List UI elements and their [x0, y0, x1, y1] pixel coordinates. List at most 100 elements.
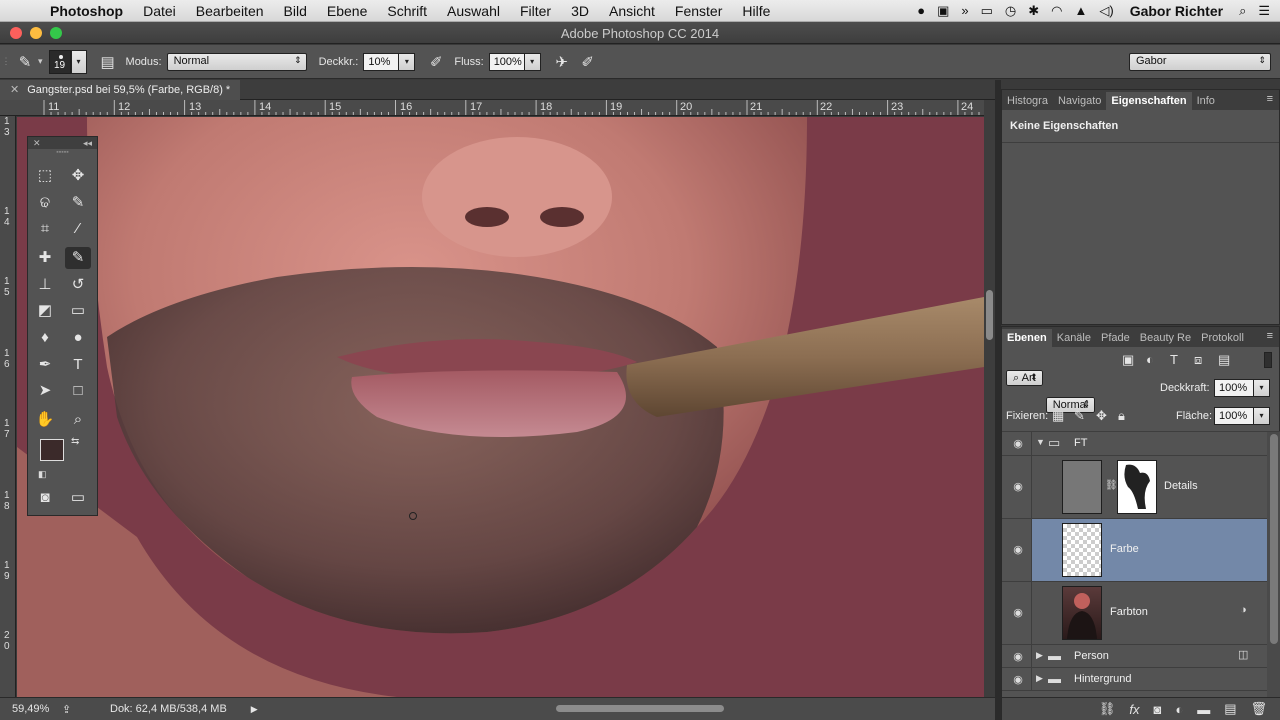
layer-row-hintergrund[interactable]: ◉ ▶ ▬ Hintergrund [1002, 668, 1267, 691]
visibility-eye-icon[interactable]: ◉ [1010, 606, 1026, 619]
layer-row-farbe[interactable]: ◉ Farbe [1002, 519, 1267, 582]
default-colors-icon[interactable]: ◧ [38, 469, 47, 480]
tab-info[interactable]: Info [1192, 92, 1220, 110]
display-icon[interactable]: ▣ [937, 3, 949, 19]
layer-row-details[interactable]: ◉ ⛓ Details [1002, 456, 1267, 519]
brush-tool-preset-icon[interactable]: ✎ [12, 50, 38, 74]
timemachine-icon[interactable]: ◷ [1005, 3, 1016, 19]
blur-tool-icon[interactable]: ♦ [32, 327, 58, 349]
pressure-size-icon[interactable]: ✐ [575, 50, 601, 74]
clipping-icon[interactable]: ◫ [1238, 648, 1248, 661]
mask-link-icon[interactable]: ⛓ [1105, 480, 1118, 491]
swap-colors-icon[interactable]: ⇆ [71, 436, 79, 447]
marquee-tool-icon[interactable]: ⬚ [32, 165, 58, 187]
menu-datei[interactable]: Datei [133, 3, 186, 19]
layer-filter-select[interactable]: ⌕ Art ⇕ [1006, 370, 1043, 386]
rectangle-tool-icon[interactable]: □ [65, 380, 91, 402]
tab-channels[interactable]: Kanäle [1052, 329, 1096, 347]
tab-histogram[interactable]: Histogra [1002, 92, 1053, 110]
layer-mask-thumbnail[interactable] [1117, 460, 1157, 514]
document-tab[interactable]: ✕ Gangster.psd bei 59,5% (Farbe, RGB/8) * [0, 80, 241, 100]
tab-beauty-retouch[interactable]: Beauty Re [1135, 329, 1196, 347]
tab-properties[interactable]: Eigenschaften [1106, 92, 1192, 110]
visibility-eye-icon[interactable]: ◉ [1010, 543, 1026, 556]
flow-dropdown-icon[interactable]: ▾ [524, 52, 541, 71]
layers-scrollbar-thumb[interactable] [1270, 434, 1278, 644]
visibility-eye-icon[interactable]: ◉ [1010, 480, 1026, 493]
volume-icon[interactable]: ◁) [1099, 3, 1113, 19]
brush-size-preview[interactable]: 19 [48, 49, 71, 74]
menu-3d[interactable]: 3D [561, 3, 599, 19]
foreground-color-swatch[interactable] [40, 439, 64, 461]
quick-selection-tool-icon[interactable]: ✎ [65, 192, 91, 214]
layer-opacity-input[interactable]: 100% [1214, 379, 1254, 397]
layer-row-farbton[interactable]: ◉ Farbton ◑ [1002, 582, 1267, 645]
workspace-select[interactable]: Gabor ⇕ [1129, 52, 1271, 71]
filter-pixel-icon[interactable]: ▣ [1122, 352, 1134, 368]
fill-input[interactable]: 100% [1214, 407, 1254, 425]
layers-panel-menu-icon[interactable]: ≡ [1267, 330, 1273, 342]
menu-ansicht[interactable]: Ansicht [599, 3, 665, 19]
filter-smartobject-icon[interactable]: ▤ [1218, 352, 1230, 368]
airplay-icon[interactable]: ▭ [981, 3, 993, 19]
vertical-scrollbar-thumb[interactable] [986, 290, 993, 340]
spotlight-search-icon[interactable]: ⌕ [1239, 3, 1246, 19]
notification-list-icon[interactable]: ☰ [1258, 3, 1270, 19]
vertical-scrollbar[interactable] [984, 100, 995, 698]
menu-schrift[interactable]: Schrift [377, 3, 437, 19]
lasso-tool-icon[interactable]: ଢ [32, 192, 58, 214]
bluetooth-icon[interactable]: ✱ [1028, 3, 1039, 19]
mode-select[interactable]: Normal ⇕ [166, 52, 307, 71]
visibility-eye-icon[interactable]: ◉ [1010, 650, 1026, 663]
new-layer-icon[interactable]: ▤ [1224, 701, 1236, 717]
filter-adjustment-icon[interactable]: ◐ [1146, 352, 1154, 367]
menu-auswahl[interactable]: Auswahl [437, 3, 510, 19]
document-canvas[interactable] [17, 117, 984, 697]
preset-dropdown-arrow-icon[interactable]: ▾ [38, 56, 43, 67]
flow-input[interactable]: 100% [488, 52, 525, 71]
layer-row-person[interactable]: ◉ ▶ ▬ Person ◫ [1002, 645, 1267, 668]
layer-name[interactable]: Hintergrund [1074, 673, 1131, 685]
menu-bild[interactable]: Bild [274, 3, 317, 19]
layer-opacity-dropdown-icon[interactable]: ▾ [1254, 379, 1270, 397]
layer-name[interactable]: Details [1164, 480, 1198, 492]
menu-hilfe[interactable]: Hilfe [732, 3, 780, 19]
pressure-opacity-icon[interactable]: ✐ [423, 50, 449, 74]
fill-dropdown-icon[interactable]: ▾ [1254, 407, 1270, 425]
history-brush-tool-icon[interactable]: ↺ [65, 274, 91, 296]
type-tool-icon[interactable]: T [65, 354, 91, 376]
tab-paths[interactable]: Pfade [1096, 329, 1135, 347]
menu-fenster[interactable]: Fenster [665, 3, 732, 19]
tools-close-icon[interactable]: ✕ [33, 137, 41, 149]
user-name[interactable]: Gabor Richter [1126, 3, 1227, 19]
eject-icon[interactable]: ▲ [1075, 3, 1088, 18]
layer-style-fx-icon[interactable]: fx [1129, 702, 1139, 717]
menu-filter[interactable]: Filter [510, 3, 561, 19]
pen-tool-icon[interactable]: ✒ [32, 354, 58, 376]
zoom-level[interactable]: 59,49% [12, 703, 58, 715]
menu-bearbeiten[interactable]: Bearbeiten [186, 3, 274, 19]
layer-name[interactable]: FT [1074, 437, 1087, 449]
lock-pixels-icon[interactable]: ✎ [1074, 408, 1085, 424]
layer-name[interactable]: Farbe [1110, 543, 1139, 555]
horizontal-ruler[interactable]: 11 12 13 14 15 16 17 18 19 20 21 22 23 2… [0, 100, 984, 116]
status-menu-arrow-icon[interactable]: ▶ [251, 704, 258, 715]
move-tool-icon[interactable]: ✥ [65, 165, 91, 187]
menu-ebene[interactable]: Ebene [317, 3, 377, 19]
tools-collapse-icon[interactable]: ◂◂ [83, 137, 92, 149]
properties-panel-menu-icon[interactable]: ≡ [1267, 93, 1273, 105]
horizontal-scrollbar-thumb[interactable] [556, 705, 724, 712]
lock-position-icon[interactable]: ✥ [1096, 408, 1107, 424]
close-document-icon[interactable]: ✕ [10, 84, 19, 96]
tools-grip-icon[interactable]: ▪▪▪▪▪ [28, 149, 97, 157]
options-grip-icon[interactable]: ⋮ [0, 56, 12, 67]
tab-layers[interactable]: Ebenen [1002, 329, 1052, 347]
tab-navigator[interactable]: Navigato [1053, 92, 1106, 110]
adjustment-layer-icon[interactable]: ◐ [1175, 702, 1183, 717]
brush-panel-icon[interactable]: ▤ [95, 50, 121, 74]
healing-brush-tool-icon[interactable]: ✚ [32, 247, 58, 269]
share-icon[interactable]: ⇪ [62, 703, 98, 716]
filter-type-icon[interactable]: T [1170, 352, 1178, 367]
forward-icon[interactable]: » [961, 3, 968, 18]
add-mask-icon[interactable]: ◙ [1153, 702, 1161, 717]
